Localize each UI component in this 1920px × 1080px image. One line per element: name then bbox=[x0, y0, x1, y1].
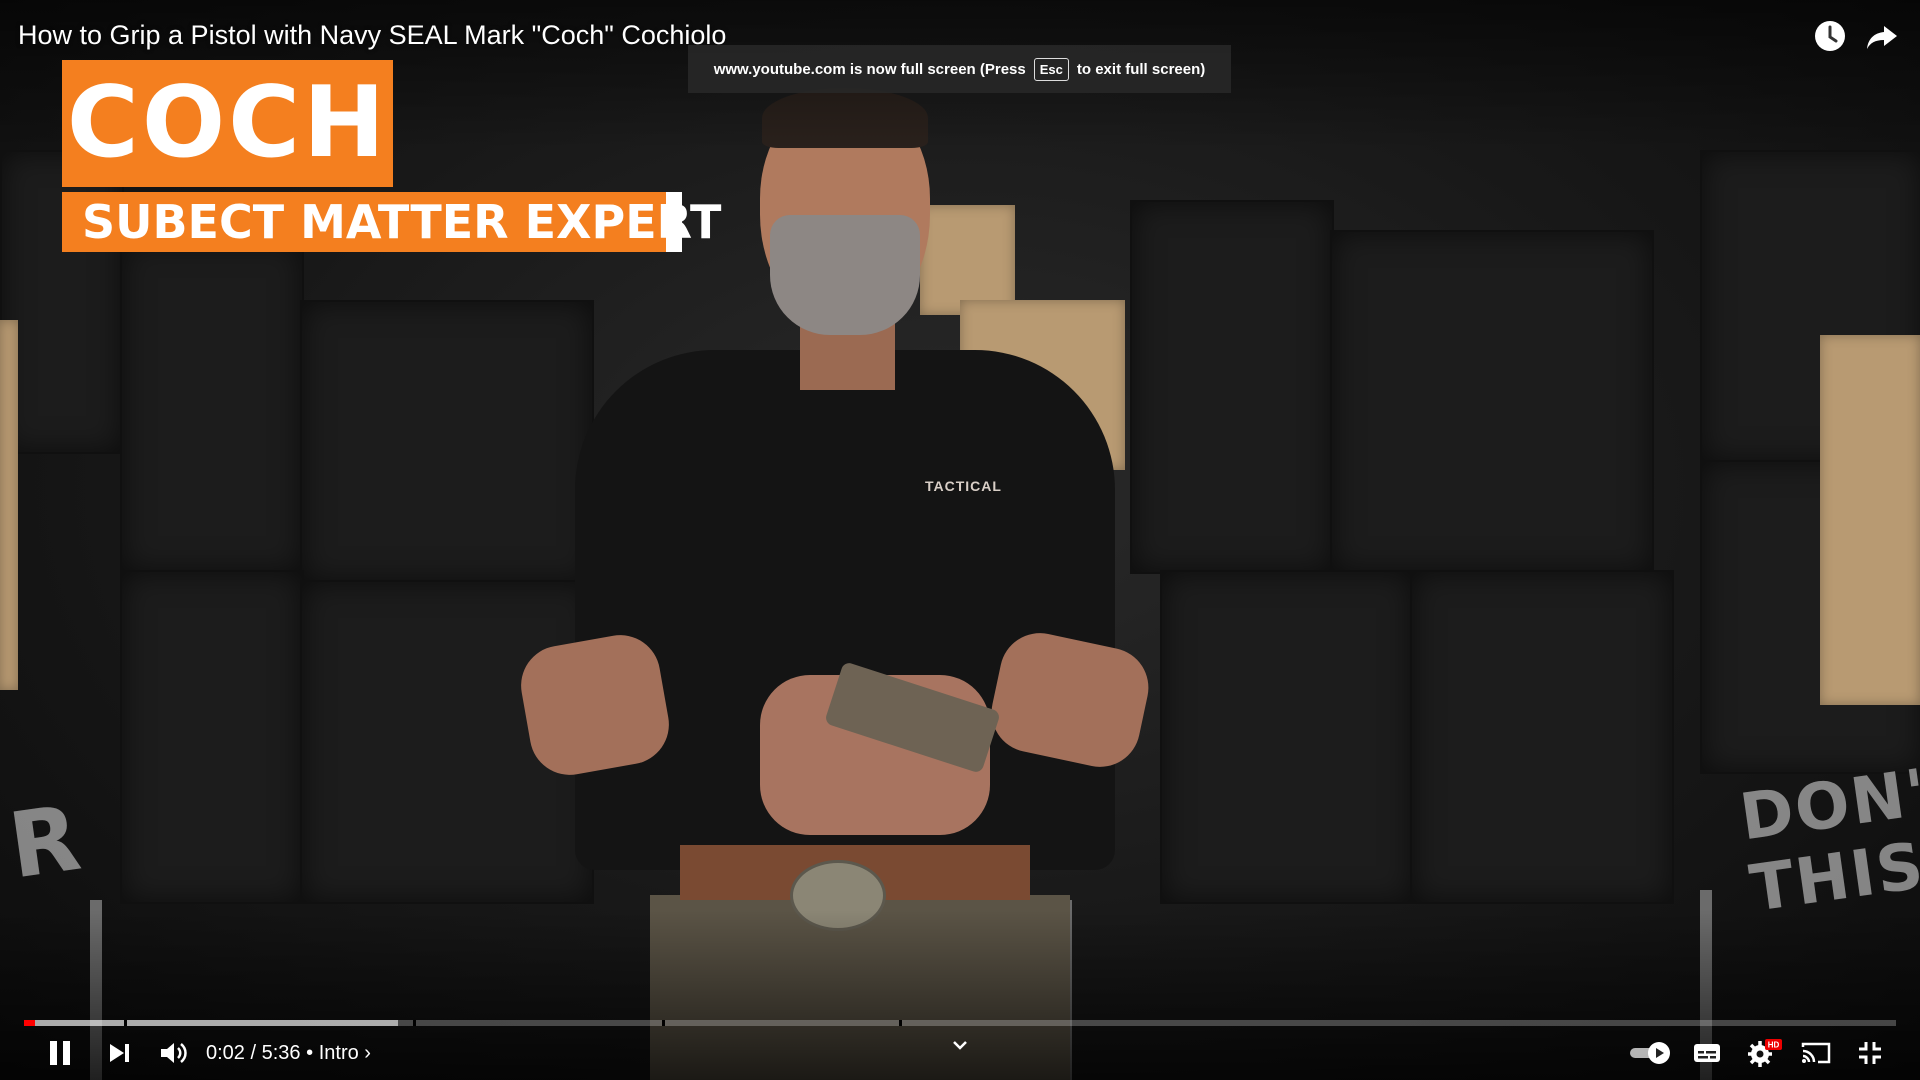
cast-icon bbox=[1801, 1042, 1831, 1064]
chalk-writing-right: DON'T THIS bbox=[1735, 749, 1920, 927]
chapters-toggle[interactable] bbox=[942, 1027, 978, 1063]
time-separator: / bbox=[250, 1042, 257, 1064]
chalk-writing-left: R bbox=[3, 785, 89, 900]
volume-button[interactable] bbox=[155, 1035, 191, 1071]
current-time: 0:02 bbox=[206, 1042, 245, 1064]
fullscreen-notice-text-end: to exit full screen) bbox=[1076, 60, 1206, 78]
next-icon bbox=[110, 1044, 129, 1062]
wall-panel bbox=[120, 570, 304, 904]
wall-panel bbox=[120, 240, 304, 574]
fullscreen-notice: www.youtube.com is now full screen (Pres… bbox=[688, 45, 1231, 93]
time-display: 0:02 / 5:36 • Intro › bbox=[206, 1035, 371, 1071]
progress-played bbox=[24, 1020, 36, 1026]
shirt-logo: TACTICAL bbox=[925, 478, 1002, 494]
lower-third-accent-bar bbox=[666, 192, 682, 252]
pause-icon bbox=[50, 1041, 70, 1065]
chapter-marker bbox=[899, 1020, 902, 1026]
chapter-marker bbox=[662, 1020, 665, 1026]
settings-gear-icon: HD bbox=[1748, 1039, 1782, 1067]
chapter-title: Intro bbox=[318, 1042, 359, 1064]
wall-panel bbox=[1330, 230, 1654, 574]
lower-third-name: COCH bbox=[62, 60, 393, 187]
chapter-bullet: • bbox=[306, 1042, 314, 1064]
chapter-marker bbox=[413, 1020, 416, 1026]
share-icon[interactable] bbox=[1864, 18, 1900, 54]
next-button[interactable] bbox=[102, 1035, 138, 1071]
autoplay-toggle[interactable] bbox=[1628, 1035, 1674, 1071]
chapter-chevron-icon: › bbox=[364, 1042, 371, 1064]
chevron-down-icon bbox=[953, 1041, 967, 1050]
subtitles-button[interactable] bbox=[1690, 1035, 1724, 1071]
progress-bar[interactable] bbox=[24, 1020, 1896, 1026]
cardboard-target bbox=[0, 320, 18, 690]
clock-icon[interactable] bbox=[1812, 18, 1848, 54]
wall-panel bbox=[1160, 570, 1414, 904]
progress-loaded bbox=[24, 1020, 399, 1026]
cast-button[interactable] bbox=[1798, 1035, 1834, 1071]
chapter-title-button[interactable]: Intro › bbox=[319, 1042, 371, 1064]
volume-icon bbox=[161, 1043, 187, 1063]
settings-button[interactable]: HD bbox=[1742, 1035, 1786, 1071]
hd-badge: HD bbox=[1768, 1041, 1780, 1050]
exit-fullscreen-button[interactable] bbox=[1852, 1035, 1888, 1071]
cardboard-target bbox=[920, 205, 1015, 315]
pause-button[interactable] bbox=[42, 1035, 78, 1071]
fullscreen-notice-text: www.youtube.com is now full screen (Pres… bbox=[713, 60, 1026, 78]
cardboard-target bbox=[1820, 335, 1920, 705]
video-title[interactable]: How to Grip a Pistol with Navy SEAL Mark… bbox=[18, 18, 726, 52]
esc-key-badge: Esc bbox=[1033, 57, 1069, 81]
wall-panel bbox=[1130, 200, 1334, 574]
lower-third-role: SUBECT MATTER EXPERT bbox=[62, 192, 721, 252]
duration: 5:36 bbox=[261, 1042, 301, 1064]
exit-fullscreen-icon bbox=[1859, 1042, 1881, 1064]
chapter-marker bbox=[124, 1020, 127, 1026]
autoplay-toggle-icon bbox=[1630, 1042, 1670, 1064]
presenter-beard bbox=[770, 215, 920, 335]
subtitles-icon bbox=[1694, 1044, 1720, 1062]
wall-panel bbox=[300, 300, 594, 584]
wall-panel bbox=[1410, 570, 1674, 904]
player-controls: 0:02 / 5:36 • Intro › HD bbox=[0, 1035, 1920, 1071]
